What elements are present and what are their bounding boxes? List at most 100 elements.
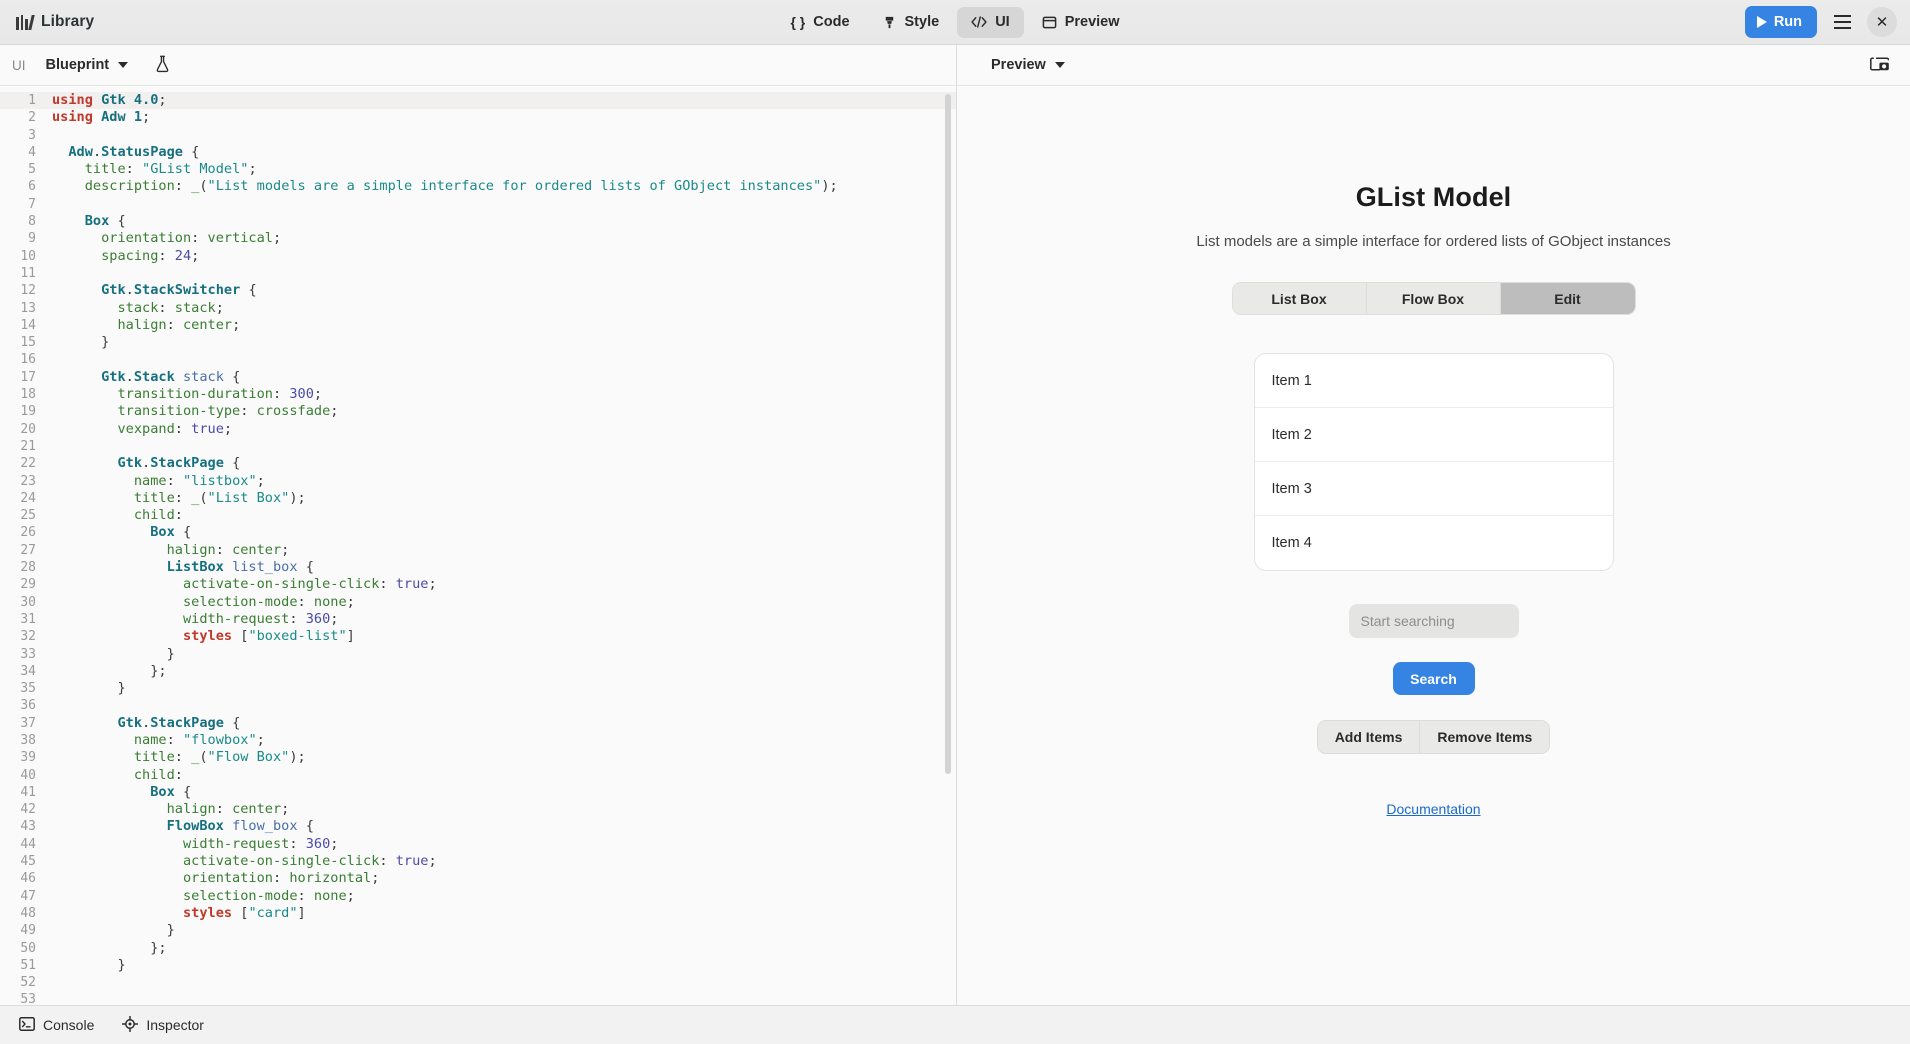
code-editor[interactable]: 1 using Gtk 4.0; 2 using Adw 1; 3 4 Adw.Stat… (0, 86, 956, 1005)
chevron-down-icon (1054, 62, 1065, 68)
list-item[interactable]: Item 4 (1255, 516, 1613, 570)
search-button[interactable]: Search (1392, 662, 1475, 695)
line-source: FlowBox flow_box { (166, 818, 314, 835)
stack-switcher-tab-edit[interactable]: Edit (1500, 283, 1635, 314)
code-line[interactable]: 48 styles ["card"] (0, 905, 956, 922)
code-line[interactable]: 10 spacing: 24; (0, 248, 956, 265)
code-line[interactable]: 1 using Gtk 4.0; (0, 92, 956, 110)
code-line[interactable]: 49 } (0, 922, 956, 939)
code-line[interactable]: 11 (0, 265, 956, 282)
code-line[interactable]: 13 stack: stack; (0, 300, 956, 317)
code-line[interactable]: 27 halign: center; (0, 542, 956, 559)
code-line[interactable]: 43 FlowBox flow_box { (0, 818, 956, 835)
mode-button-style[interactable]: Style (868, 7, 954, 38)
line-number: 46 (20, 871, 36, 887)
code-line[interactable]: 21 (0, 438, 956, 455)
code-line[interactable]: 26 Box { (0, 524, 956, 541)
language-selector[interactable]: Blueprint (40, 53, 135, 77)
list-item[interactable]: Item 3 (1254, 462, 1613, 516)
code-line[interactable]: 7 (0, 196, 956, 213)
code-line[interactable]: 46 orientation: horizontal; (0, 870, 956, 887)
screenshot-button[interactable] (1864, 51, 1896, 80)
editor-toolbar: UI Blueprint (0, 45, 956, 86)
search-input[interactable] (1348, 604, 1519, 638)
list-item[interactable]: Item 1 (1254, 354, 1613, 408)
code-line[interactable]: 12 Gtk.StackSwitcher { (0, 282, 956, 299)
code-line[interactable]: 44 width-request: 360; (0, 836, 956, 853)
code-line[interactable]: 8 Box { (0, 213, 956, 230)
code-line[interactable]: 36 (0, 697, 956, 714)
add-items-button[interactable]: Add Items (1317, 721, 1421, 753)
code-line[interactable]: 24 title: _("List Box"); (0, 490, 956, 507)
code-line[interactable]: 17 Gtk.Stack stack { (0, 369, 956, 386)
code-line[interactable]: 33 } (0, 646, 956, 663)
code-line[interactable]: 51 } (0, 957, 956, 974)
line-number: 15 (20, 335, 36, 351)
experimental-button[interactable] (146, 51, 179, 80)
line-number: 19 (20, 404, 36, 420)
view-mode-switcher: { } Code Style UI Preview (0, 0, 1910, 44)
application-window: Library { } Code Style UI Preview Run ✕ … (0, 0, 1910, 1044)
remove-items-button[interactable]: Remove Items (1420, 721, 1550, 753)
code-line[interactable]: 38 name: "flowbox"; (0, 732, 956, 749)
code-line[interactable]: 23 name: "listbox"; (0, 473, 956, 490)
code-line[interactable]: 15 } (0, 334, 956, 351)
run-button[interactable]: Run (1744, 6, 1817, 38)
line-number: 38 (20, 732, 36, 748)
line-source: ListBox list_box { (166, 559, 314, 576)
main-menu-button[interactable] (1827, 7, 1857, 37)
code-line[interactable]: 32 styles ["boxed-list"] (0, 628, 956, 645)
code-line[interactable]: 29 activate-on-single-click: true; (0, 576, 956, 593)
documentation-link[interactable]: Documentation (1386, 801, 1480, 817)
list-item[interactable]: Item 2 (1254, 408, 1613, 462)
run-label: Run (1773, 14, 1802, 30)
code-line[interactable]: 25 child: (0, 507, 956, 524)
code-line[interactable]: 35 } (0, 680, 956, 697)
code-lines[interactable]: 1 using Gtk 4.0; 2 using Adw 1; 3 4 Adw.Stat… (0, 86, 956, 1005)
mode-button-ui[interactable]: UI (957, 6, 1024, 38)
line-source: width-request: 360; (182, 610, 339, 627)
line-number: 49 (20, 923, 36, 939)
inspector-button[interactable]: Inspector (113, 1011, 213, 1040)
line-source: Gtk.StackPage { (117, 455, 241, 472)
code-line[interactable]: 42 halign: center; (0, 801, 956, 818)
console-button[interactable]: Console (10, 1012, 103, 1039)
preview-selector[interactable]: Preview (985, 53, 1071, 77)
code-line[interactable]: 28 ListBox list_box { (0, 559, 956, 576)
code-line[interactable]: 39 title: _("Flow Box"); (0, 749, 956, 766)
code-line[interactable]: 6 description: _("List models are a simp… (0, 178, 956, 195)
code-line[interactable]: 50 }; (0, 940, 956, 957)
code-line[interactable]: 2 using Adw 1; (0, 109, 956, 126)
code-line[interactable]: 5 title: "GList Model"; (0, 161, 956, 178)
code-line[interactable]: 14 halign: center; (0, 317, 956, 334)
code-line[interactable]: 34 }; (0, 663, 956, 680)
code-line[interactable]: 30 selection-mode: none; (0, 594, 956, 611)
code-line[interactable]: 53 (0, 991, 956, 1005)
code-line[interactable]: 22 Gtk.StackPage { (0, 455, 956, 472)
mode-button-code[interactable]: { } Code (776, 7, 863, 38)
code-line[interactable]: 16 (0, 351, 956, 368)
code-line[interactable]: 37 Gtk.StackPage { (0, 715, 956, 732)
line-source: transition-duration: 300; (117, 386, 323, 403)
code-line[interactable]: 41 Box { (0, 784, 956, 801)
code-line[interactable]: 19 transition-type: crossfade; (0, 403, 956, 420)
line-source: }; (52, 939, 167, 956)
code-line[interactable]: 45 activate-on-single-click: true; (0, 853, 956, 870)
code-line[interactable]: 40 child: (0, 767, 956, 784)
line-number: 25 (20, 508, 36, 524)
code-line[interactable]: 18 transition-duration: 300; (0, 386, 956, 403)
code-line[interactable]: 31 width-request: 360; (0, 611, 956, 628)
code-line[interactable]: 47 selection-mode: none; (0, 888, 956, 905)
mode-button-preview[interactable]: Preview (1028, 7, 1134, 38)
stack-switcher-tab-list-box[interactable]: List Box (1232, 283, 1367, 314)
close-button[interactable]: ✕ (1867, 7, 1897, 37)
code-line[interactable]: 20 vexpand: true; (0, 421, 956, 438)
code-line[interactable]: 52 (0, 974, 956, 991)
code-line[interactable]: 4 Adw.StatusPage { (0, 144, 956, 161)
line-source (46, 265, 956, 282)
code-line[interactable]: 3 (0, 127, 956, 144)
stack-switcher-tab-flow-box[interactable]: Flow Box (1366, 283, 1501, 314)
line-source: styles ["card"] (182, 904, 306, 921)
code-line[interactable]: 9 orientation: vertical; (0, 230, 956, 247)
editor-scrollbar[interactable] (945, 94, 951, 774)
